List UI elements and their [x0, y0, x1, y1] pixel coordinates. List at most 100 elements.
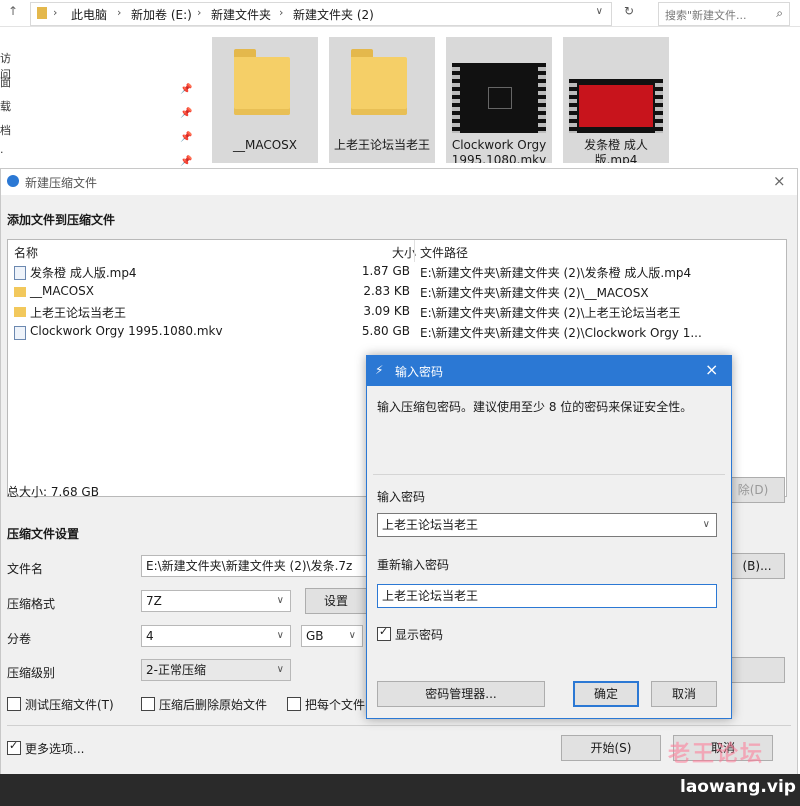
- search-placeholder: 搜索"新建文件...: [665, 9, 747, 22]
- format-select[interactable]: 7Z ∨: [141, 590, 291, 612]
- chevron-right-icon: ›: [197, 6, 202, 19]
- watermark-text: 老王论坛: [668, 742, 765, 767]
- app-logo-icon: ⚡: [375, 363, 384, 377]
- up-arrow-icon[interactable]: ↑: [8, 4, 18, 18]
- file-path: E:\新建文件夹\新建文件夹 (2)\__MACOSX: [420, 286, 649, 300]
- format-label: 压缩格式: [7, 597, 56, 611]
- file-tile-macosx[interactable]: __MACOSX: [212, 37, 318, 163]
- table-row[interactable]: 发条橙 成人版.mp4 1.87 GB E:\新建文件夹\新建文件夹 (2)\发…: [8, 262, 786, 282]
- split-input[interactable]: 4 ∨: [141, 625, 291, 647]
- folder-icon: [37, 7, 47, 19]
- tile-label: 上老王论坛当老王: [333, 138, 430, 152]
- chevron-down-icon: ∨: [276, 664, 284, 675]
- search-icon: ⌕: [776, 6, 783, 20]
- split-unit: GB: [306, 629, 324, 643]
- table-row[interactable]: 上老王论坛当老王 3.09 KB E:\新建文件夹\新建文件夹 (2)\上老王论…: [8, 302, 786, 322]
- password-cancel-button[interactable]: 取消: [651, 681, 717, 707]
- watermark-url: laowang.vip: [680, 777, 796, 797]
- ok-button[interactable]: 确定: [573, 681, 639, 707]
- path-box[interactable]: › 此电脑 › 新加卷 (E:) › 新建文件夹 › 新建文件夹 (2) ∨: [30, 2, 612, 26]
- folder-icon: [14, 287, 26, 297]
- file-path: E:\新建文件夹\新建文件夹 (2)\Clockwork Orgy 1...: [420, 326, 702, 340]
- column-divider: [414, 240, 415, 262]
- browse-button[interactable]: (B)...: [729, 553, 785, 579]
- chevron-down-icon[interactable]: ∨: [596, 6, 603, 17]
- nav-item[interactable]: 面: [0, 74, 11, 98]
- split-value: 4: [146, 629, 154, 643]
- breadcrumb-item[interactable]: 新建文件夹 (2): [293, 6, 374, 23]
- split-unit-select[interactable]: GB ∨: [301, 625, 363, 647]
- delete-after-checkbox[interactable]: [141, 697, 155, 711]
- settings-button[interactable]: 设置: [305, 588, 367, 614]
- divider: [7, 725, 791, 726]
- more-options-label: 更多选项...: [25, 742, 85, 756]
- file-icon: [14, 266, 26, 280]
- breadcrumb-item[interactable]: 新加卷 (E:): [131, 6, 192, 23]
- chevron-right-icon: ›: [117, 6, 122, 19]
- nav-item[interactable]: 访问: [0, 50, 11, 81]
- file-tile-mp4[interactable]: 发条橙 成人版.mp4: [563, 37, 669, 163]
- chevron-down-icon[interactable]: ∨: [703, 514, 710, 536]
- show-password-checkbox[interactable]: ✓: [377, 625, 391, 641]
- file-tile-mkv[interactable]: Clockwork Orgy 1995.1080.mkv: [446, 37, 552, 163]
- total-size: 总大小: 7.68 GB: [7, 485, 99, 499]
- enter-password-label: 输入密码: [377, 490, 426, 504]
- folder-icon: [14, 307, 26, 317]
- delete-after-label: 压缩后删除原始文件: [159, 698, 268, 712]
- chevron-down-icon: ∨: [276, 595, 284, 606]
- pin-icon[interactable]: 📌: [180, 126, 192, 150]
- more-options-checkbox[interactable]: ✓: [7, 739, 21, 755]
- column-header-path[interactable]: 文件路径: [420, 244, 468, 261]
- test-archive-label: 测试压缩文件(T): [25, 698, 114, 712]
- breadcrumb-item[interactable]: 此电脑: [71, 6, 107, 23]
- column-header-name[interactable]: 名称: [14, 244, 38, 261]
- password-hint: 输入压缩包密码。建议使用至少 8 位的密码来保证安全性。: [377, 400, 693, 414]
- level-label: 压缩级别: [7, 666, 56, 680]
- password-manager-button[interactable]: 密码管理器...: [377, 681, 545, 707]
- nav-item[interactable]: 载: [0, 98, 11, 122]
- password-dialog: ⚡ 输入密码 × 输入压缩包密码。建议使用至少 8 位的密码来保证安全性。 输入…: [366, 355, 732, 719]
- level-value: 2-正常压缩: [146, 663, 206, 677]
- show-password-label: 显示密码: [395, 628, 444, 642]
- nav-pane: 访问 面 载 档 ·: [0, 50, 11, 170]
- table-row[interactable]: __MACOSX 2.83 KB E:\新建文件夹\新建文件夹 (2)\__MA…: [8, 282, 786, 302]
- format-value: 7Z: [146, 594, 162, 608]
- nav-item[interactable]: ·: [0, 146, 10, 170]
- file-name: Clockwork Orgy 1995.1080.mkv: [30, 324, 223, 338]
- file-size: 2.83 KB: [363, 284, 410, 298]
- enter-password-value: 上老王论坛当老王: [382, 518, 479, 532]
- dialog-title: 新建压缩文件: [25, 176, 98, 190]
- start-button[interactable]: 开始(S): [561, 735, 661, 761]
- breadcrumb-item[interactable]: 新建文件夹: [211, 6, 271, 23]
- pin-icon[interactable]: 📌: [180, 102, 192, 126]
- close-icon[interactable]: ×: [705, 360, 718, 379]
- search-input[interactable]: 搜索"新建文件... ⌕: [658, 2, 790, 26]
- level-select[interactable]: 2-正常压缩 ∨: [141, 659, 291, 681]
- filename-label: 文件名: [7, 562, 44, 576]
- reenter-password-value: 上老王论坛当老王: [382, 589, 479, 603]
- reenter-password-input[interactable]: 上老王论坛当老王: [377, 584, 717, 608]
- divider: [373, 474, 725, 475]
- pin-icon[interactable]: 📌: [180, 78, 192, 102]
- file-tile-folder[interactable]: 上老王论坛当老王: [329, 37, 435, 163]
- close-icon[interactable]: ×: [773, 172, 786, 190]
- video-thumbnail-icon: [452, 63, 546, 133]
- folder-icon: [351, 49, 407, 115]
- each-file-checkbox[interactable]: [287, 697, 301, 711]
- chevron-right-icon: ›: [279, 6, 284, 19]
- folder-icon: [234, 49, 290, 115]
- column-header-size[interactable]: 大小: [392, 244, 416, 261]
- tile-label: 发条橙 成人版.mp4: [584, 138, 648, 163]
- tile-label: __MACOSX: [232, 138, 297, 152]
- file-size: 5.80 GB: [361, 324, 410, 338]
- address-bar: ↑ › 此电脑 › 新加卷 (E:) › 新建文件夹 › 新建文件夹 (2) ∨…: [0, 0, 800, 27]
- reenter-password-label: 重新输入密码: [377, 558, 450, 572]
- table-row[interactable]: Clockwork Orgy 1995.1080.mkv 5.80 GB E:\…: [8, 322, 786, 342]
- enter-password-input[interactable]: 上老王论坛当老王 ∨: [377, 513, 717, 537]
- refresh-icon[interactable]: ↻: [624, 4, 634, 18]
- option-button[interactable]: [731, 657, 785, 683]
- nav-item[interactable]: 档: [0, 122, 11, 146]
- test-archive-checkbox[interactable]: [7, 697, 21, 711]
- filename-input[interactable]: E:\新建文件夹\新建文件夹 (2)\发条.7z: [141, 555, 367, 577]
- password-title-bar: ⚡ 输入密码 ×: [367, 356, 731, 386]
